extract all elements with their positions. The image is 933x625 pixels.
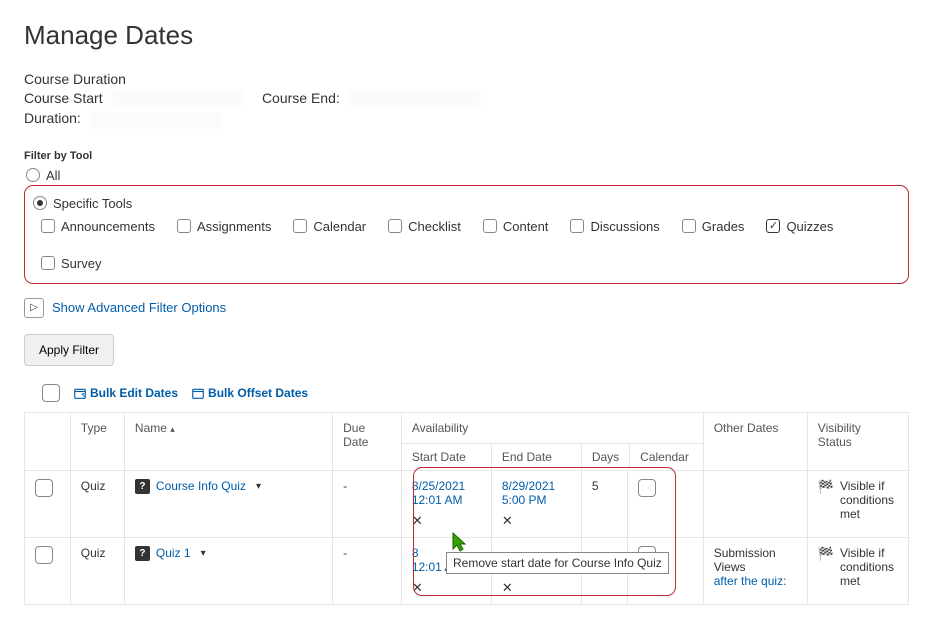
col-days-header: Days <box>582 444 630 470</box>
tool-survey-label: Survey <box>61 256 101 271</box>
row-days: 5 <box>592 479 599 493</box>
row-visibility-status: Visible if conditions met <box>840 546 898 588</box>
row-start-date-link[interactable]: 8/25/2021 <box>412 479 465 493</box>
filter-all-radio[interactable] <box>26 168 40 182</box>
row-start-date-link[interactable]: 8 <box>412 546 419 560</box>
remove-end-date-button[interactable]: ✕ <box>502 513 513 529</box>
advanced-filter-expand-button[interactable]: ▷ <box>24 298 44 318</box>
row-select-checkbox[interactable] <box>35 479 53 497</box>
cursor-pointer-icon <box>447 531 467 555</box>
bulk-select-all-checkbox[interactable] <box>42 384 60 402</box>
filter-specific-radio[interactable] <box>33 196 47 210</box>
row-due-date: - <box>333 470 402 537</box>
filter-specific-tools-group: Specific Tools Announcements Assignments… <box>24 185 909 284</box>
tooltip: Remove start date for Course Info Quiz <box>446 552 669 574</box>
tool-checklist-label: Checklist <box>408 219 461 234</box>
row-other-dates-link[interactable]: after the quiz: <box>714 574 787 588</box>
tool-content-checkbox[interactable] <box>483 219 497 233</box>
row-calendar-checkbox[interactable] <box>638 479 656 497</box>
row-select-checkbox[interactable] <box>35 546 53 564</box>
row-end-time-link[interactable]: 5:00 PM <box>502 493 547 507</box>
tool-assignments-label: Assignments <box>197 219 271 234</box>
tool-discussions-label: Discussions <box>590 219 659 234</box>
tool-content-label: Content <box>503 219 549 234</box>
tool-calendar-label: Calendar <box>313 219 366 234</box>
tool-checklist-checkbox[interactable] <box>388 219 402 233</box>
col-other-dates-header: Other Dates <box>703 412 807 470</box>
duration-label: Duration: <box>24 110 81 126</box>
col-name-header[interactable]: Name ▴ <box>124 412 332 470</box>
col-end-date-header[interactable]: End Date <box>492 444 582 470</box>
row-type: Quiz <box>70 537 124 604</box>
col-type-header[interactable]: Type <box>70 412 124 470</box>
course-duration-section: Course Duration Course Start Course End:… <box>24 71 909 128</box>
col-visibility-header: Visibility Status <box>807 412 908 470</box>
row-start-time-link[interactable]: 12:01 AM <box>412 493 463 507</box>
col-start-date-header[interactable]: Start Date <box>402 444 492 470</box>
calendar-edit-icon <box>74 387 86 399</box>
tool-grades-label: Grades <box>702 219 745 234</box>
tool-survey-checkbox[interactable] <box>41 256 55 270</box>
apply-filter-button[interactable]: Apply Filter <box>24 334 114 366</box>
bulk-edit-dates-link[interactable]: Bulk Edit Dates <box>74 386 178 400</box>
tool-grades-checkbox[interactable] <box>682 219 696 233</box>
chevron-down-icon[interactable]: ▾ <box>201 548 206 559</box>
remove-end-date-button[interactable]: ✕ <box>502 580 513 596</box>
row-type: Quiz <box>70 470 124 537</box>
quiz-icon: ? <box>135 479 150 494</box>
filter-all-label: All <box>46 168 60 183</box>
tool-calendar-checkbox[interactable] <box>293 219 307 233</box>
course-duration-heading: Course Duration <box>24 71 909 87</box>
duration-value <box>91 112 221 128</box>
sort-ascending-icon: ▴ <box>170 424 175 434</box>
tool-discussions-checkbox[interactable] <box>570 219 584 233</box>
row-other-dates <box>703 470 807 537</box>
row-visibility-status: Visible if conditions met <box>840 479 898 521</box>
tool-announcements-checkbox[interactable] <box>41 219 55 233</box>
chevron-down-icon[interactable]: ▾ <box>256 481 261 492</box>
col-due-header[interactable]: Due Date <box>333 412 402 470</box>
visibility-conditional-icon: 🏁 <box>818 546 834 562</box>
course-start-label: Course Start <box>24 90 103 106</box>
tool-quizzes-label: Quizzes <box>786 219 833 234</box>
tool-quizzes-checkbox[interactable] <box>766 219 780 233</box>
course-start-value <box>112 91 242 107</box>
row-name-link[interactable]: Quiz 1 <box>156 546 191 560</box>
table-row: Quiz ? Course Info Quiz ▾ - 8/25/2021 12… <box>25 470 909 537</box>
course-end-label: Course End: <box>262 90 340 106</box>
row-name-link[interactable]: Course Info Quiz <box>156 479 246 493</box>
row-end-date-link[interactable]: 8/29/2021 <box>502 479 555 493</box>
col-calendar-header: Calendar <box>630 444 699 470</box>
page-title: Manage Dates <box>24 20 909 51</box>
row-due-date: - <box>333 537 402 604</box>
tool-assignments-checkbox[interactable] <box>177 219 191 233</box>
visibility-conditional-icon: 🏁 <box>818 479 834 495</box>
filter-specific-label: Specific Tools <box>53 196 132 211</box>
advanced-filter-link[interactable]: Show Advanced Filter Options <box>52 300 226 315</box>
tool-announcements-label: Announcements <box>61 219 155 234</box>
filter-by-tool-header: Filter by Tool <box>24 150 909 162</box>
bulk-offset-dates-link[interactable]: Bulk Offset Dates <box>192 386 308 400</box>
course-end-value <box>350 91 480 107</box>
quiz-icon: ? <box>135 546 150 561</box>
col-availability-header: Availability Start Date End Date Days Ca… <box>401 412 703 470</box>
calendar-offset-icon <box>192 387 204 399</box>
remove-start-date-button[interactable]: ✕ <box>412 580 423 596</box>
row-other-dates: Submission Views after the quiz: <box>703 537 807 604</box>
remove-start-date-button[interactable]: ✕ <box>412 513 423 529</box>
dates-table: Type Name ▴ Due Date Availability Start … <box>24 412 909 605</box>
